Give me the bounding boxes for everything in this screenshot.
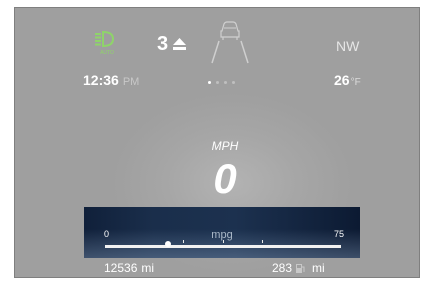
lane-assist-icon: [211, 21, 249, 64]
instrument-cluster-display: AUTO 3 NW 12:36 PM 26 °F MPH 0 0 mpg 75 …: [14, 7, 420, 278]
gauge-min-label: 0: [104, 229, 110, 239]
upshift-arrow-icon: [173, 38, 187, 50]
outside-temperature: 26 °F: [334, 72, 361, 91]
page-indicator: [208, 81, 235, 84]
page-dot: [216, 81, 219, 84]
page-dot: [224, 81, 227, 84]
auto-headlight-icon: AUTO: [95, 30, 114, 56]
temperature-unit: °F: [350, 77, 361, 88]
page-dot: [232, 81, 235, 84]
fuel-range: 283 mi: [272, 261, 325, 275]
temperature-value: 26: [334, 72, 350, 88]
range-unit: mi: [312, 261, 325, 275]
fuel-economy-gauge: 0 mpg 75: [84, 207, 360, 258]
clock: 12:36 PM: [83, 72, 139, 90]
gauge-tick: [183, 240, 184, 243]
compass-heading: NW: [336, 38, 360, 54]
gauge-tick: [262, 240, 263, 243]
page-dot-active: [208, 81, 211, 84]
gear-number: 3: [157, 33, 169, 55]
gauge-tick: [223, 240, 224, 243]
clock-ampm: PM: [122, 76, 140, 88]
gauge-unit-label: mpg: [211, 229, 233, 241]
odometer-value: 12536: [104, 261, 138, 275]
fuel-pump-icon: [296, 263, 305, 273]
speed-unit-label: MPH: [211, 139, 239, 153]
odometer-unit: mi: [141, 261, 155, 275]
clock-time: 12:36: [83, 72, 119, 88]
gauge-track: [105, 245, 341, 248]
auto-headlight-label: AUTO: [100, 50, 114, 56]
gauge-needle-marker: [164, 241, 171, 247]
odometer: 12536 mi: [104, 261, 154, 275]
digital-speedometer: 0: [213, 155, 237, 202]
range-value: 283: [272, 261, 293, 275]
gear-indicator: 3: [157, 32, 187, 56]
gauge-max-label: 75: [334, 229, 345, 239]
